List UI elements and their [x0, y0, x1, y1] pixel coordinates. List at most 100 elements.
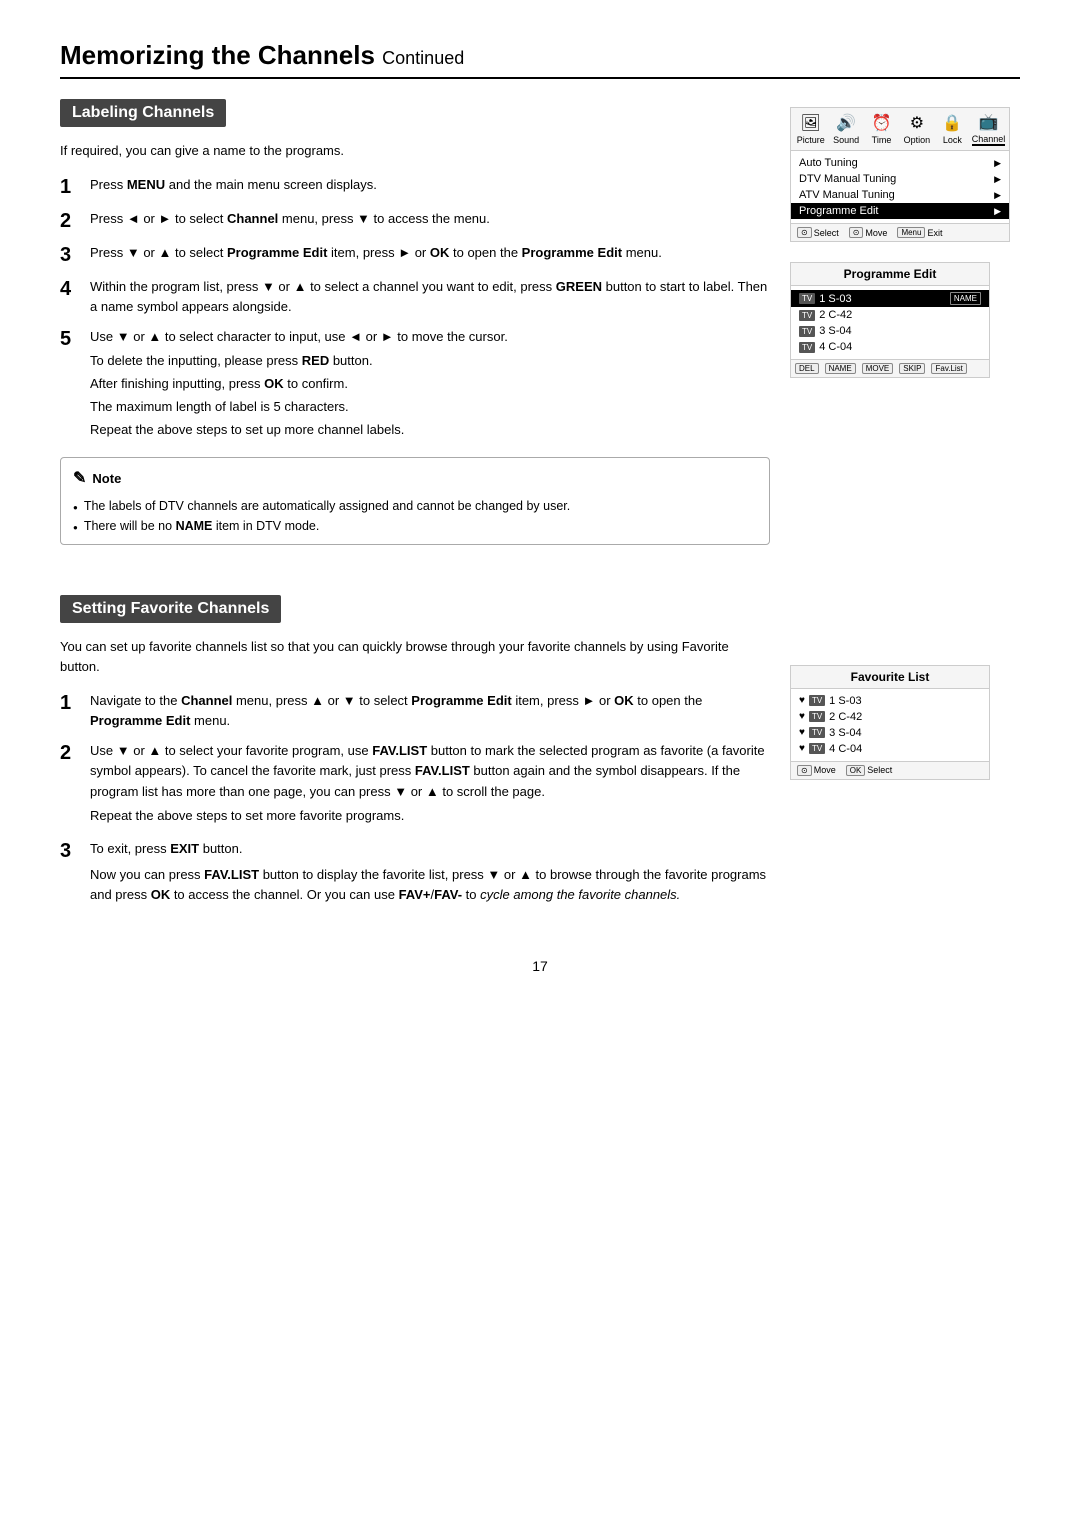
- favlist-btn: Fav.List: [931, 363, 966, 374]
- step-num-5: 5: [60, 327, 80, 351]
- tv-badge-3: TV: [799, 326, 815, 337]
- favourite-section: Setting Favorite Channels You can set up…: [60, 595, 1020, 919]
- fav-ok-btn: OK: [846, 765, 866, 776]
- tv-badge-2: TV: [799, 310, 815, 321]
- tv-fav-2: TV: [809, 711, 825, 722]
- tv-badge-1: TV: [799, 293, 815, 304]
- footer-exit: Menu Exit: [897, 227, 942, 238]
- prog-panel-header: Programme Edit: [791, 263, 989, 286]
- favourite-intro: You can set up favorite channels list so…: [60, 637, 770, 677]
- prog-panel: Programme Edit TV 1 S-03 NAME TV 2 C-42 …: [790, 262, 990, 378]
- channel-icon: 📺: [979, 112, 999, 132]
- fav-footer-select: OK Select: [846, 765, 893, 776]
- arrow-progedit: [994, 205, 1001, 217]
- del-btn: DEL: [795, 363, 819, 374]
- fav-row-1: ♥ TV 1 S-03: [791, 693, 989, 709]
- arrow-atv: [994, 189, 1001, 201]
- move-btn-sym: ⊙: [849, 227, 864, 238]
- prog-body: TV 1 S-03 NAME TV 2 C-42 TV 3 S-04 TV 4 …: [791, 286, 989, 359]
- menu-icon-time: ⏰ Time: [866, 113, 898, 145]
- fav-step-text-3: To exit, press EXIT button. Now you can …: [90, 839, 770, 908]
- tv-fav-4: TV: [809, 743, 825, 754]
- fav-step-num-3: 3: [60, 839, 80, 863]
- fav-move-btn: ⊙: [797, 765, 812, 776]
- move-btn: MOVE: [862, 363, 894, 374]
- step-text-4: Within the program list, press ▼ or ▲ to…: [90, 277, 770, 317]
- fav-row-3: ♥ TV 3 S-04: [791, 725, 989, 741]
- fav-row-4: ♥ TV 4 C-04: [791, 741, 989, 757]
- fav-body: ♥ TV 1 S-03 ♥ TV 2 C-42 ♥ TV 3 S-04 ♥ TV: [791, 689, 989, 761]
- prog-row-4: TV 4 C-04: [791, 339, 989, 355]
- select-btn-sym: ⊙: [797, 227, 812, 238]
- note-item-1: The labels of DTV channels are automatic…: [73, 496, 757, 516]
- fav-step-text-1: Navigate to the Channel menu, press ▲ or…: [90, 691, 770, 731]
- menu-row-atv: ATV Manual Tuning: [791, 187, 1009, 203]
- title-text: Memorizing the Channels: [60, 40, 375, 70]
- heart-1: ♥: [799, 695, 805, 706]
- labeling-right: 🖼 Picture 🔊 Sound ⏰ Time ⚙ Option 🔒: [790, 99, 1020, 565]
- labeling-step-5: 5 Use ▼ or ▲ to select character to inpu…: [60, 327, 770, 443]
- labeling-step-1: 1 Press MENU and the main menu screen di…: [60, 175, 770, 199]
- menu-body: Auto Tuning DTV Manual Tuning ATV Manual…: [791, 151, 1009, 223]
- page-title: Memorizing the Channels Continued: [60, 40, 1020, 79]
- footer-move: ⊙ Move: [849, 227, 888, 238]
- fav-step-1: 1 Navigate to the Channel menu, press ▲ …: [60, 691, 770, 731]
- picture-icon: 🖼: [801, 113, 821, 133]
- page-number: 17: [60, 958, 1020, 974]
- skip-btn: SKIP: [899, 363, 925, 374]
- arrow-dtv: [994, 173, 1001, 185]
- fav-step-num-2: 2: [60, 741, 80, 765]
- step-num-1: 1: [60, 175, 80, 199]
- tv-badge-4: TV: [799, 342, 815, 353]
- tv-fav-3: TV: [809, 727, 825, 738]
- note-list: The labels of DTV channels are automatic…: [73, 496, 757, 536]
- labeling-step-4: 4 Within the program list, press ▼ or ▲ …: [60, 277, 770, 317]
- step-text-3: Press ▼ or ▲ to select Programme Edit it…: [90, 243, 662, 263]
- prog-row-3: TV 3 S-04: [791, 323, 989, 339]
- menu-footer: ⊙ Select ⊙ Move Menu Exit: [791, 223, 1009, 241]
- note-item-2: There will be no NAME item in DTV mode.: [73, 516, 757, 536]
- fav-step-text-2: Use ▼ or ▲ to select your favorite progr…: [90, 741, 770, 829]
- prog-row-2: TV 2 C-42: [791, 307, 989, 323]
- menu-row-autotuning: Auto Tuning: [791, 155, 1009, 171]
- step-num-4: 4: [60, 277, 80, 301]
- labeling-header: Labeling Channels: [60, 99, 226, 127]
- tv-fav-1: TV: [809, 695, 825, 706]
- step-text-5: Use ▼ or ▲ to select character to input,…: [90, 327, 508, 443]
- fav-step-3: 3 To exit, press EXIT button. Now you ca…: [60, 839, 770, 908]
- note-box: ✎ Note The labels of DTV channels are au…: [60, 457, 770, 545]
- time-icon: ⏰: [872, 113, 892, 133]
- menu-panel: 🖼 Picture 🔊 Sound ⏰ Time ⚙ Option 🔒: [790, 107, 1010, 242]
- fav-panel-header: Favourite List: [791, 666, 989, 689]
- arrow-autotuning: [994, 157, 1001, 169]
- fav-row-2: ♥ TV 2 C-42: [791, 709, 989, 725]
- menu-icon-lock: 🔒 Lock: [936, 113, 968, 145]
- name-btn: NAME: [825, 363, 856, 374]
- menu-icon-picture: 🖼 Picture: [795, 113, 827, 145]
- note-title: ✎ Note: [73, 466, 757, 492]
- labeling-step-2: 2 Press ◄ or ► to select Channel menu, p…: [60, 209, 770, 233]
- favourite-header: Setting Favorite Channels: [60, 595, 281, 623]
- menu-btn-sym: Menu: [897, 227, 925, 238]
- heart-4: ♥: [799, 743, 805, 754]
- menu-icon-option: ⚙ Option: [901, 113, 933, 145]
- step-num-3: 3: [60, 243, 80, 267]
- menu-row-progedit: Programme Edit: [791, 203, 1009, 219]
- labeling-step-3: 3 Press ▼ or ▲ to select Programme Edit …: [60, 243, 770, 267]
- labeling-intro: If required, you can give a name to the …: [60, 141, 770, 161]
- footer-select: ⊙ Select: [797, 227, 839, 238]
- labeling-section: Labeling Channels If required, you can g…: [60, 99, 1020, 565]
- step-text-2: Press ◄ or ► to select Channel menu, pre…: [90, 209, 490, 229]
- prog-row-1: TV 1 S-03 NAME: [791, 290, 989, 307]
- name-badge-1: NAME: [950, 292, 981, 305]
- heart-3: ♥: [799, 727, 805, 738]
- step-num-2: 2: [60, 209, 80, 233]
- option-icon: ⚙: [910, 113, 924, 133]
- favourite-left: Setting Favorite Channels You can set up…: [60, 595, 770, 919]
- fav-step-num-1: 1: [60, 691, 80, 715]
- note-icon: ✎: [73, 466, 86, 492]
- menu-row-dtv: DTV Manual Tuning: [791, 171, 1009, 187]
- lock-icon: 🔒: [942, 113, 962, 133]
- menu-panel-header: 🖼 Picture 🔊 Sound ⏰ Time ⚙ Option 🔒: [791, 108, 1009, 151]
- labeling-left: Labeling Channels If required, you can g…: [60, 99, 770, 565]
